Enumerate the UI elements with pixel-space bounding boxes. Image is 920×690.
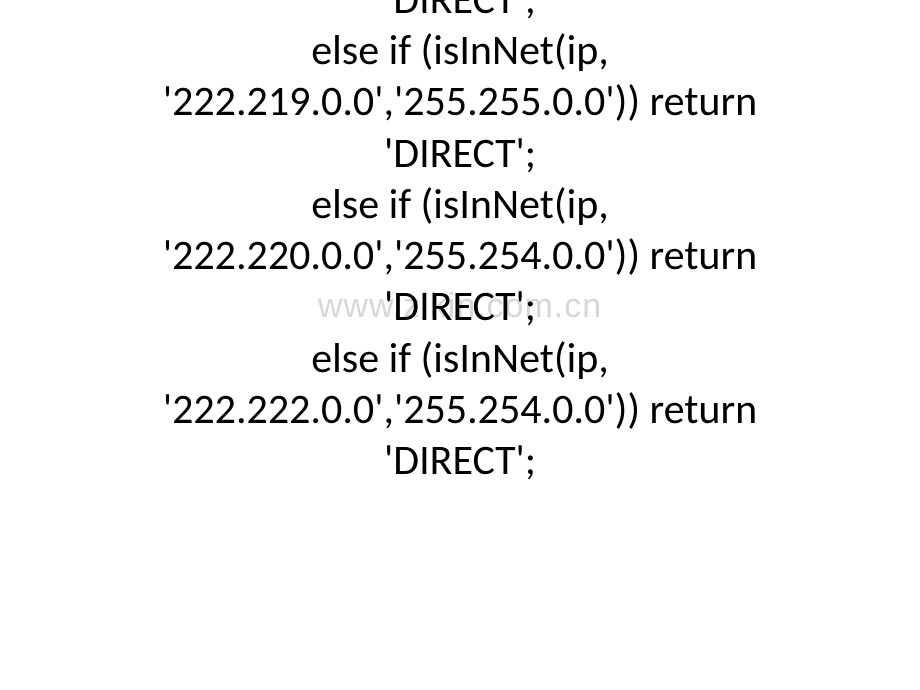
code-line: 'DIRECT'; (0, 435, 920, 486)
code-line: 'DIRECT'; (0, 0, 920, 25)
code-line: '222.222.0.0','255.254.0.0')) return (0, 384, 920, 435)
code-line: 'DIRECT'; (0, 128, 920, 179)
code-line: 'DIRECT'; (0, 281, 920, 332)
code-line: '222.219.0.0','255.255.0.0')) return (0, 76, 920, 127)
code-line: else if (isInNet(ip, (0, 179, 920, 230)
code-block: 'DIRECT'; else if (isInNet(ip, '222.219.… (0, 0, 920, 486)
code-line: else if (isInNet(ip, (0, 333, 920, 384)
code-line: else if (isInNet(ip, (0, 25, 920, 76)
code-line: '222.220.0.0','255.254.0.0')) return (0, 230, 920, 281)
slide: www.zikin.com.cn 'DIRECT'; else if (isIn… (0, 0, 920, 690)
